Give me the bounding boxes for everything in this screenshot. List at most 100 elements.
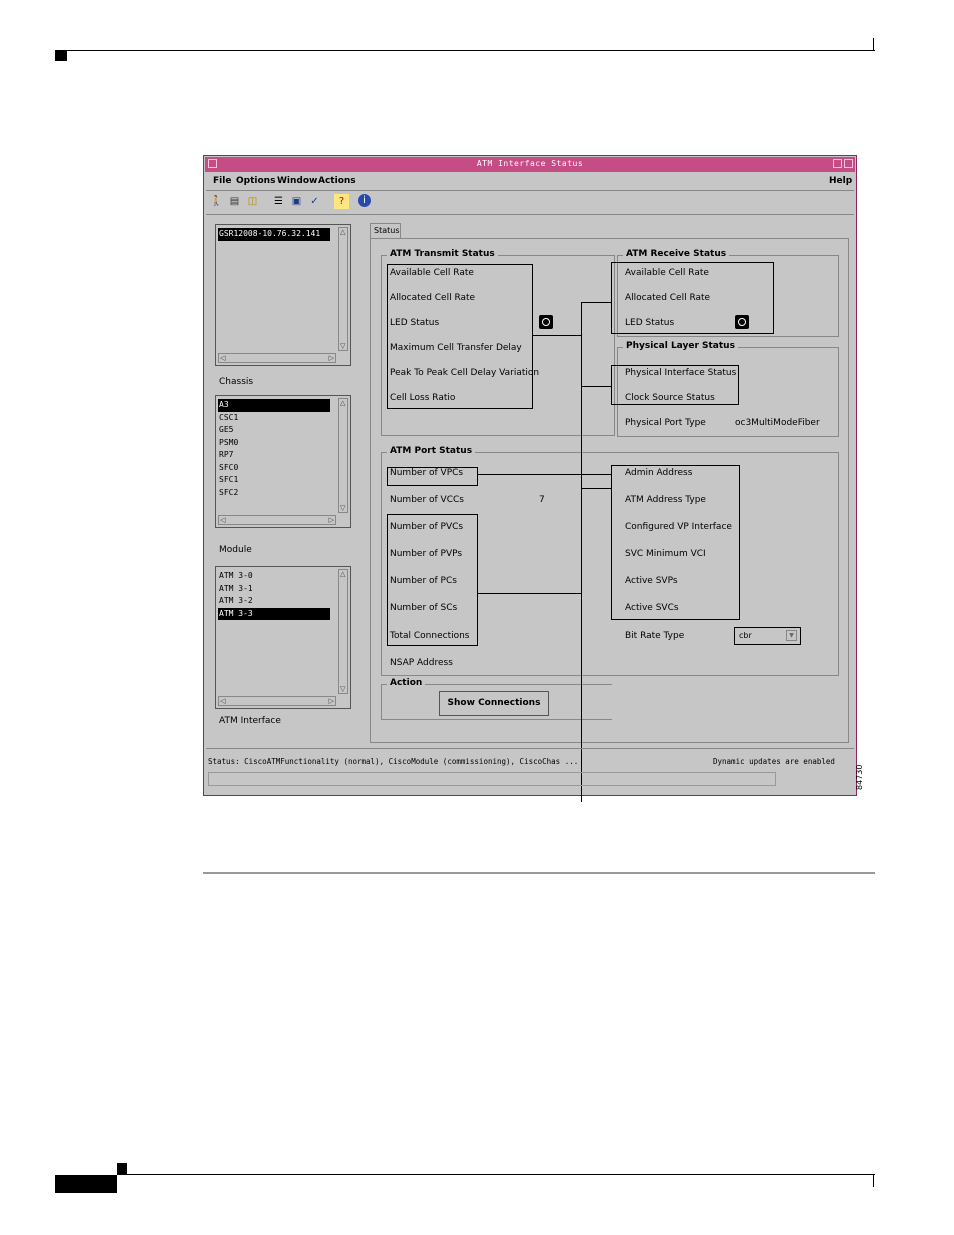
open-folder-icon[interactable]: ◫ [245,194,260,209]
chassis-list-item[interactable]: GSR12008-10.76.32.141 [218,228,330,241]
module-list-item[interactable]: RP7 [218,449,330,462]
footer-marker-small [117,1163,127,1174]
menu-bar: File Options Window Actions Help [204,173,856,191]
tab-status[interactable]: Status [370,223,401,238]
menu-window[interactable]: Window [277,176,317,186]
physical-title: Physical Layer Status [623,341,738,351]
header-tick [873,38,874,50]
transmit-max-cell-transfer-delay: Maximum Cell Transfer Delay [390,343,522,353]
callout-line [478,474,611,475]
status-progress-field [208,772,776,786]
svc-minimum-vci: SVC Minimum VCI [625,549,706,559]
callout-line [478,593,581,594]
callout-line [581,302,611,303]
atm-interface-status-window: ATM Interface Status File Options Window… [203,155,857,802]
transmit-peak-cell-delay-variation: Peak To Peak Cell Delay Variation [390,368,540,378]
module-list-item[interactable]: SFC1 [218,474,330,487]
number-of-vpcs: Number of VPCs [390,468,464,478]
header-rule [55,50,875,51]
physical-interface-status: Physical Interface Status [625,368,737,378]
callout-line [581,302,582,802]
interface-list-item[interactable]: ATM 3-3 [218,607,330,620]
menu-options[interactable]: Options [236,176,275,186]
toolbar-separator [206,214,854,215]
bit-rate-type-select[interactable]: cbr ▼ [734,627,801,645]
menu-actions[interactable]: Actions [318,176,356,186]
clock-source-status: Clock Source Status [625,393,715,403]
transmit-allocated-cell-rate: Allocated Cell Rate [390,293,476,303]
transmit-cell-loss-ratio: Cell Loss Ratio [390,393,456,403]
header-marker [55,51,67,61]
action-title: Action [387,678,426,688]
callout-line [581,386,611,387]
module-list-item[interactable]: A3 [218,399,330,412]
chassis-vscroll[interactable]: △ ▽ [338,227,348,351]
active-svps: Active SVPs [625,576,678,586]
receive-led-status: LED Status [625,318,675,328]
minimize-button[interactable] [833,159,842,168]
info-icon[interactable]: i [358,194,371,207]
active-svcs: Active SVCs [625,603,679,613]
exit-icon[interactable]: 🚶 [209,194,224,209]
print-icon[interactable]: ▤ [227,194,242,209]
maximize-button[interactable] [844,159,853,168]
number-of-vccs-value: 7 [539,495,545,505]
chassis-hscroll[interactable]: ◁ ▷ [218,353,336,363]
module-list-item[interactable]: SFC2 [218,487,330,500]
receive-available-cell-rate: Available Cell Rate [625,268,709,278]
interface-list-item[interactable]: ATM 3-1 [218,583,330,596]
chassis-list[interactable]: GSR12008-10.76.32.141 △ ▽ ◁ ▷ [215,224,351,366]
callout-line [533,335,581,336]
atm-interface-label: ATM Interface [219,716,281,726]
module-list-item[interactable]: SFC0 [218,462,330,475]
module-label: Module [219,545,252,555]
check-icon[interactable]: ✓ [307,194,322,209]
physical-port-type-value: oc3MultiModeFiber [735,418,820,428]
total-connections: Total Connections [390,631,470,641]
bit-rate-type-value: cbr [739,631,752,640]
status-text: Status: CiscoATMFunctionality (normal), … [208,757,579,766]
interface-vscroll[interactable]: △ ▽ [338,569,348,694]
menu-separator [206,190,854,191]
footer-rule [117,1174,875,1175]
bit-rate-type-label: Bit Rate Type [625,631,685,641]
module-vscroll[interactable]: △ ▽ [338,398,348,513]
list-icon[interactable]: ☰ [271,194,286,209]
receive-led-icon [735,315,749,329]
monitor-icon[interactable]: ▣ [289,194,304,209]
physical-port-type-label: Physical Port Type [625,418,706,428]
interface-list-item[interactable]: ATM 3-0 [218,570,330,583]
footer-marker [55,1175,117,1193]
dynamic-updates-text: Dynamic updates are enabled [713,757,835,766]
menu-file[interactable]: File [213,176,231,186]
module-list-item[interactable]: GE5 [218,424,330,437]
transmit-led-status: LED Status [390,318,440,328]
number-of-pvcs: Number of PVCs [390,522,464,532]
figure-number: 84730 [855,764,864,790]
show-connections-button[interactable]: Show Connections [439,691,549,716]
number-of-pvps: Number of PVPs [390,549,463,559]
interface-list-item[interactable]: ATM 3-2 [218,595,330,608]
chevron-down-icon[interactable]: ▼ [786,630,797,641]
transmit-available-cell-rate: Available Cell Rate [390,268,474,278]
help-icon[interactable]: ? [334,194,349,209]
footer-tick [873,1175,874,1187]
atm-interface-list[interactable]: ATM 3-0 ATM 3-1 ATM 3-2 ATM 3-3 △ ▽ ◁ ▷ [215,566,351,709]
transmit-led-icon [539,315,553,329]
port-title: ATM Port Status [387,446,476,456]
module-list-item[interactable]: PSM0 [218,437,330,450]
number-of-vccs: Number of VCCs [390,495,464,505]
admin-address: Admin Address [625,468,693,478]
port-right-fields-box [611,465,740,620]
receive-title: ATM Receive Status [623,249,730,259]
module-list-item[interactable]: CSC1 [218,412,330,425]
module-hscroll[interactable]: ◁ ▷ [218,515,336,525]
menu-help[interactable]: Help [829,176,852,186]
module-list[interactable]: A3 CSC1 GE5 PSM0 RP7 SFC0 SFC1 SFC2 △ ▽ ◁ ▷ [215,395,351,528]
transmit-fields-box [387,264,533,409]
number-of-pcs: Number of PCs [390,576,457,586]
interface-hscroll[interactable]: ◁ ▷ [218,696,336,706]
configured-vp-interface: Configured VP Interface [625,522,732,532]
atm-address-type: ATM Address Type [625,495,706,505]
figure-rule [203,872,875,874]
